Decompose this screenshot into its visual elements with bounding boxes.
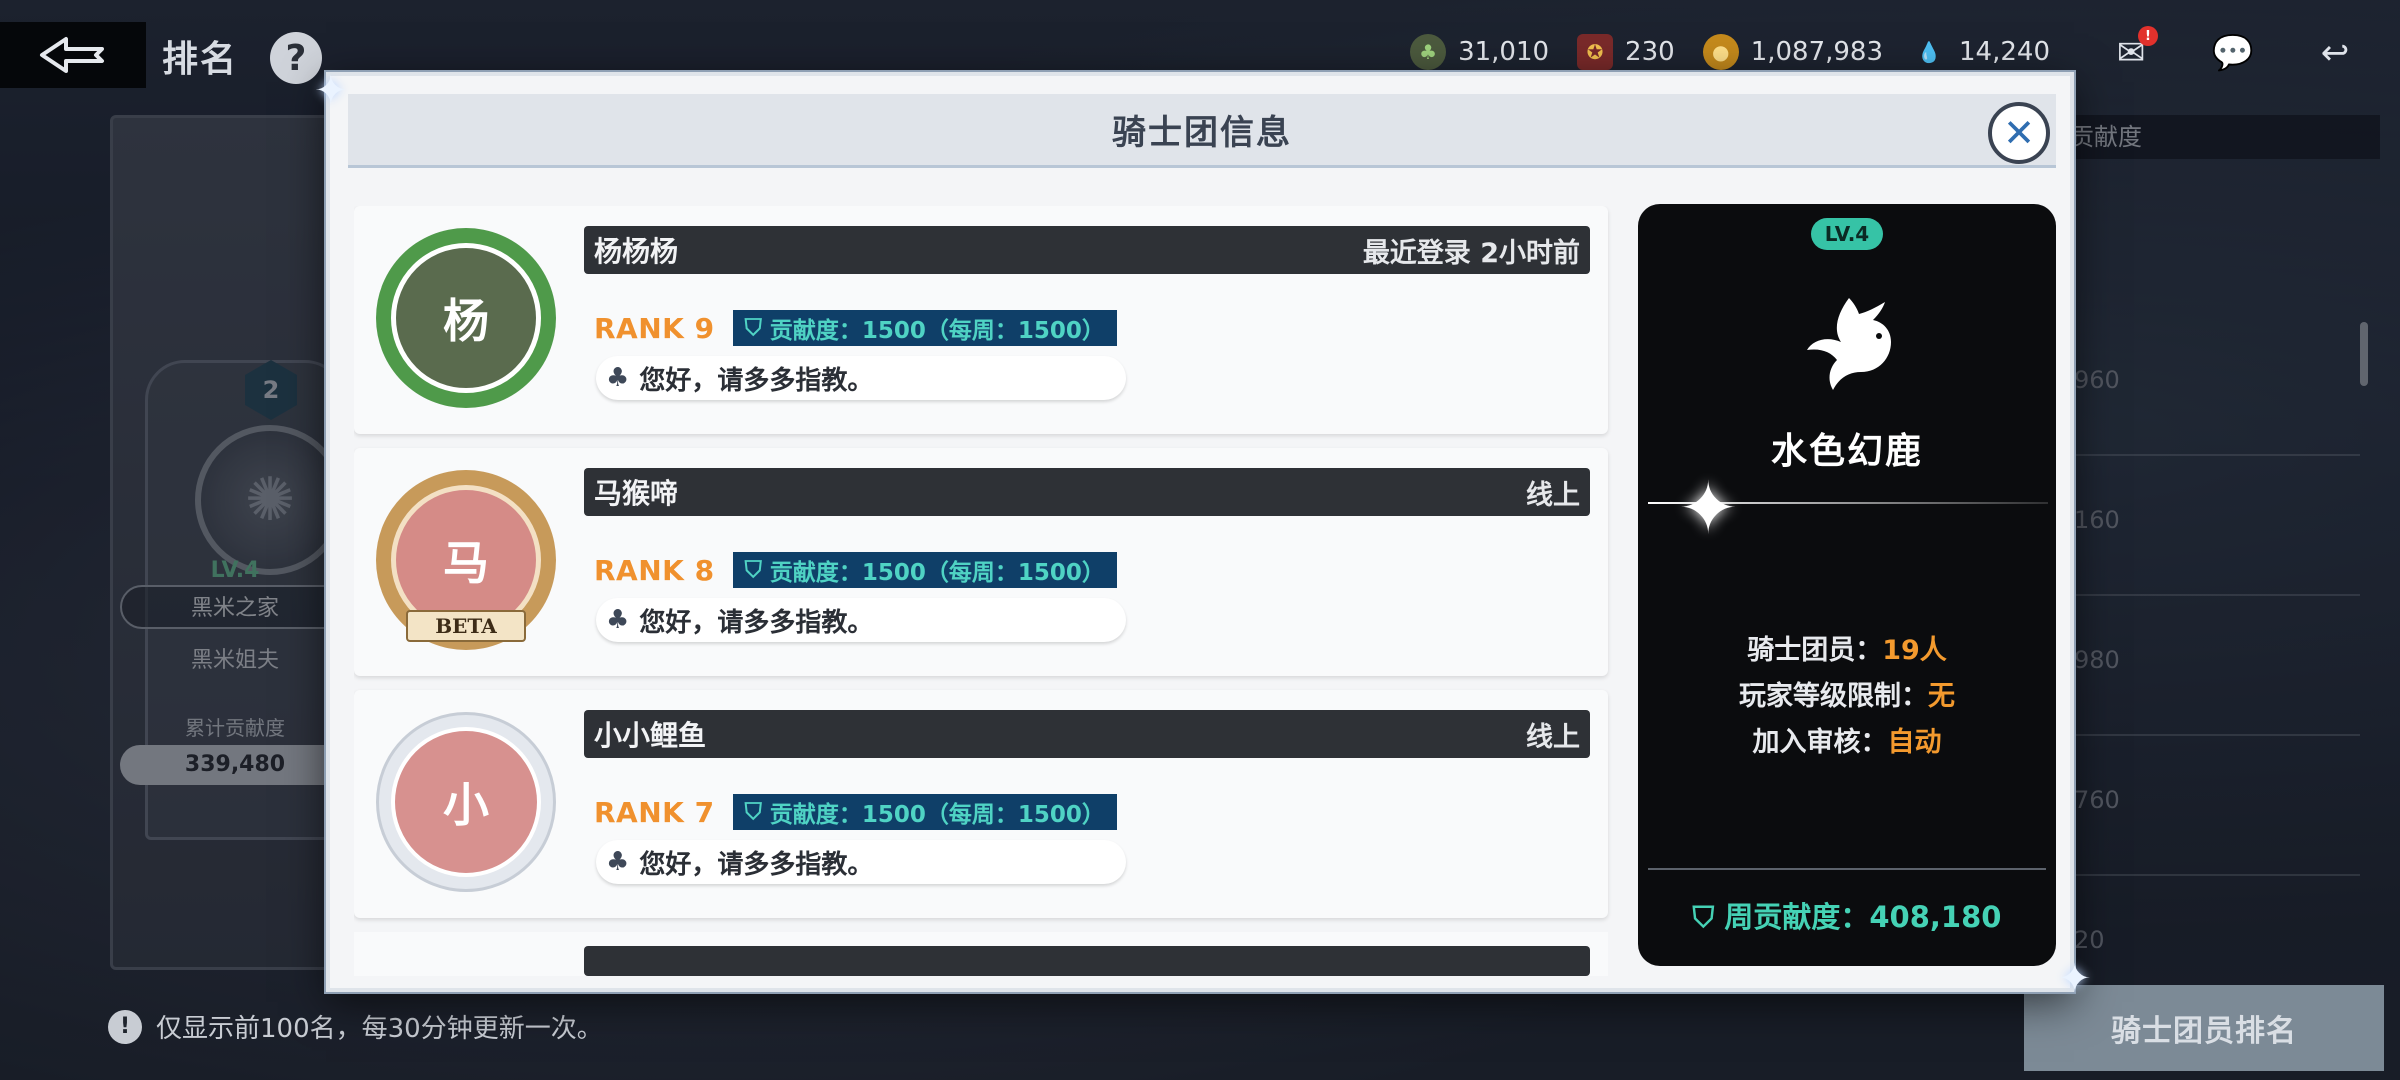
- contribution-badge: ⛉ 贡献度：1500（每周：1500）: [732, 794, 1117, 830]
- notification-badge: !: [2138, 26, 2158, 46]
- divider: [1648, 868, 2046, 870]
- currency-value: 230: [1625, 37, 1675, 67]
- guild-members-stat: 骑士团员：19人: [1747, 635, 1947, 666]
- gold-coin-icon: ●: [1702, 34, 1739, 70]
- currency-bar: ♣ 31,010 ✪ 230 ● 1,087,983 💧 14,240: [1410, 34, 2050, 70]
- member-card[interactable]: 马 BETA 马猴啼 线上 RANK 8 ⛉ 贡献度：1500（每周：1500）…: [354, 448, 1608, 676]
- info-icon: !: [108, 1009, 142, 1044]
- top-icon-bar: ✉ ! 💬 ↩: [2106, 26, 2360, 78]
- chat-button[interactable]: 💬: [2208, 28, 2258, 78]
- medal-icon: ✪: [1577, 34, 1614, 70]
- notice-text: 仅显示前100名，每30分钟更新一次。: [156, 1014, 603, 1044]
- guild-members-value: 19人: [1882, 635, 1947, 666]
- greeting-text: 您好，请多多指教。: [639, 607, 874, 638]
- member-rank: RANK 9: [594, 311, 715, 345]
- return-icon: ↩: [2320, 33, 2350, 73]
- weekly-contribution-text: 周贡献度：408,180: [1724, 900, 2002, 934]
- water-drop-icon: 💧: [1916, 40, 1942, 64]
- update-notice: ! 仅显示前100名，每30分钟更新一次。: [108, 1008, 603, 1045]
- level-limit-value: 无: [1928, 681, 1955, 712]
- contribution-text: 贡献度：1500（每周：1500）: [769, 802, 1105, 828]
- member-card[interactable]: 小 小小鲤鱼 线上 RANK 7 ⛉ 贡献度：1500（每周：1500） ♣ 您…: [354, 690, 1608, 918]
- contribution-badge: ⛉ 贡献度：1500（每周：1500）: [732, 310, 1117, 346]
- avatar-portrait: 小: [391, 727, 541, 877]
- mail-button[interactable]: ✉ !: [2106, 26, 2158, 78]
- member-greeting: ♣ 您好，请多多指教。: [596, 598, 1126, 642]
- currency-drop: 💧 14,240: [1911, 34, 2050, 70]
- member-name-bar: [584, 946, 1590, 976]
- member-card[interactable]: 杨 杨杨杨 最近登录 2小时前 RANK 9 ⛉ 贡献度：1500（每周：150…: [354, 206, 1608, 434]
- currency-value: 31,010: [1458, 37, 1550, 67]
- modal-title: 骑士团信息: [348, 94, 2056, 168]
- back-button[interactable]: [0, 22, 146, 88]
- clover-coin-icon: ♣: [1410, 34, 1447, 70]
- member-name: 杨杨杨: [594, 235, 679, 268]
- member-list[interactable]: 杨 杨杨杨 最近登录 2小时前 RANK 9 ⛉ 贡献度：1500（每周：150…: [354, 206, 1612, 976]
- avatar: 杨: [376, 228, 556, 408]
- clover-icon: ♣: [606, 605, 630, 635]
- contribution-text: 贡献度：1500（每周：1500）: [769, 560, 1105, 586]
- contribution-badge: ⛉ 贡献度：1500（每周：1500）: [732, 552, 1117, 588]
- avatar-portrait: 杨: [391, 243, 541, 393]
- weekly-contribution: ⛉ 周贡献度：408,180: [1638, 894, 2056, 936]
- beta-banner: BETA: [406, 610, 526, 642]
- currency-gold: ● 1,087,983: [1702, 34, 1884, 70]
- currency-value: 1,087,983: [1750, 37, 1884, 67]
- close-button[interactable]: ✕: [1988, 102, 2050, 164]
- shield-icon: ⛉: [1692, 900, 1725, 934]
- shield-icon: ⛉: [744, 799, 762, 825]
- join-review-value: 自动: [1887, 727, 1942, 758]
- greeting-text: 您好，请多多指教。: [639, 849, 874, 880]
- guild-level-badge: LV.4: [1811, 218, 1883, 250]
- shield-icon: ⛉: [744, 557, 762, 583]
- greeting-text: 您好，请多多指教。: [639, 365, 874, 396]
- rank-row: RANK 9 ⛉ 贡献度：1500（每周：1500）: [594, 310, 1117, 346]
- member-greeting: ♣ 您好，请多多指教。: [596, 840, 1126, 884]
- currency-value: 14,240: [1959, 37, 2050, 67]
- back-arrow-icon: [40, 37, 104, 73]
- level-limit-stat: 玩家等级限制：无: [1739, 681, 1955, 712]
- member-greeting: ♣ 您好，请多多指教。: [596, 356, 1126, 400]
- member-name: 马猴啼: [594, 477, 679, 510]
- contribution-text: 贡献度：1500（每周：1500）: [769, 318, 1105, 344]
- member-card-partial[interactable]: [354, 932, 1608, 976]
- currency-clover: ♣ 31,010: [1410, 34, 1549, 70]
- guild-info-modal: ✦ ✦ 骑士团信息 ✕ 杨 杨杨杨 最近登录 2小时前 RANK 9 ⛉ 贡献度…: [314, 68, 2092, 1002]
- currency-medal: ✪ 230: [1577, 34, 1675, 70]
- home-return-button[interactable]: ↩: [2310, 28, 2360, 78]
- sparkle-icon: ✦: [1678, 466, 1739, 550]
- white-bird-emblem-icon: [1807, 298, 1891, 390]
- chat-icon: 💬: [2211, 33, 2255, 73]
- rank-row: RANK 8 ⛉ 贡献度：1500（每周：1500）: [594, 552, 1117, 588]
- member-name-bar: 杨杨杨 最近登录 2小时前: [584, 226, 1590, 274]
- clover-icon: ♣: [606, 363, 630, 393]
- member-rank: RANK 7: [594, 795, 715, 829]
- member-name-bar: 马猴啼 线上: [584, 468, 1590, 516]
- avatar: 小: [376, 712, 556, 892]
- member-status: 最近登录 2小时前: [1362, 237, 1580, 269]
- join-review-stat: 加入审核：自动: [1752, 727, 1942, 758]
- clover-icon: ♣: [606, 847, 630, 877]
- member-name: 小小鲤鱼: [594, 719, 707, 752]
- member-status: 线上: [1526, 721, 1580, 753]
- member-rank: RANK 8: [594, 553, 715, 587]
- sparkle-icon: ✦: [2058, 956, 2092, 1002]
- page-title: 排名: [162, 39, 239, 80]
- sparkle-icon: ✦: [314, 68, 348, 114]
- guild-info-card: LV.4 水色幻鹿 ✦ 骑士团员：19人 玩家等级限制：无 加入审核：自动 ⛉ …: [1638, 204, 2056, 966]
- rank-row: RANK 7 ⛉ 贡献度：1500（每周：1500）: [594, 794, 1117, 830]
- member-name-bar: 小小鲤鱼 线上: [584, 710, 1590, 758]
- shield-icon: ⛉: [744, 315, 762, 341]
- member-status: 线上: [1526, 479, 1580, 511]
